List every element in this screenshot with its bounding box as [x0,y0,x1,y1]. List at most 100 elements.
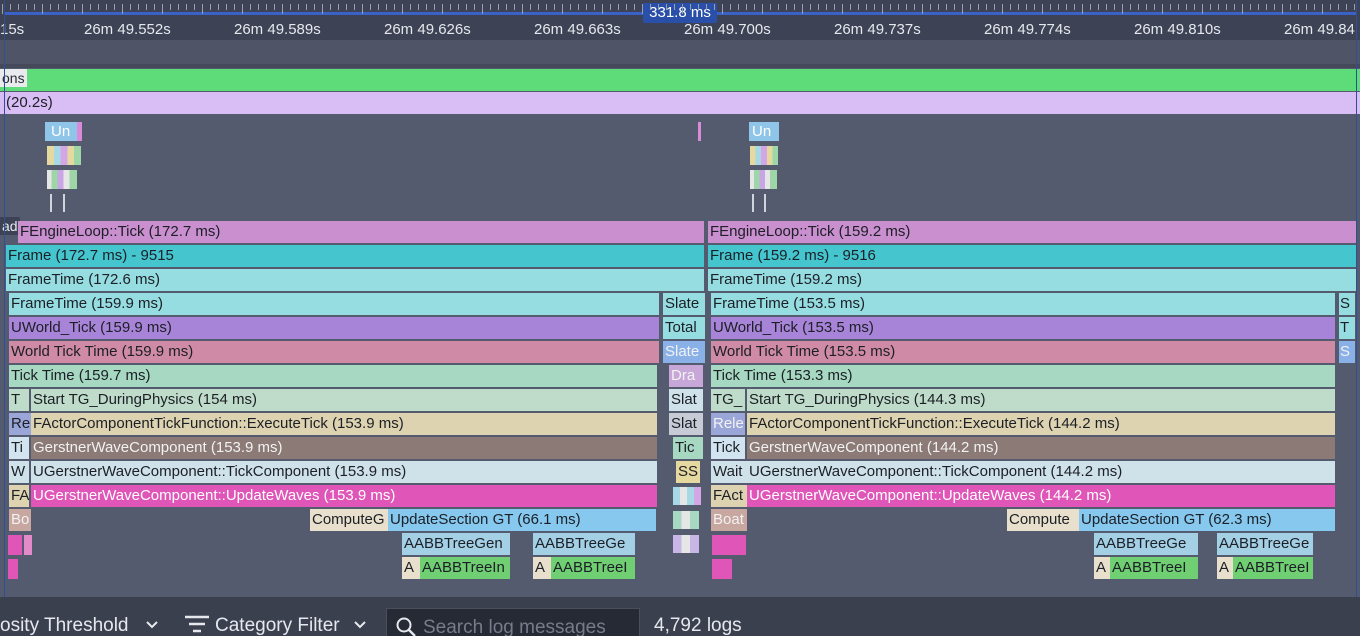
timing-event[interactable]: FrameTime (159.2 ms) [708,269,1356,291]
ruler-tick [202,4,203,14]
timing-event[interactable]: T [1339,317,1355,339]
timing-event[interactable]: Slate [663,293,705,315]
timing-event[interactable]: Rele [711,413,745,435]
ruler-tick [898,4,899,10]
timing-event[interactable]: Slate [663,341,705,363]
timing-event[interactable]: World Tick Time (159.9 ms) [9,341,659,363]
timing-event[interactable]: GerstnerWaveComponent (144.2 ms) [747,437,1335,459]
timing-event[interactable]: Tick [711,437,745,459]
timing-event[interactable]: AABBTreeGe [533,533,635,555]
timing-event[interactable]: UGerstnerWaveComponent::UpdateWaves (144… [747,485,1335,507]
timing-event[interactable]: ComputeG [310,509,388,531]
event-block[interactable] [47,170,77,189]
timing-event[interactable]: FAct [711,485,747,507]
filter-icon[interactable] [184,614,210,634]
timing-event[interactable]: Start TG_DuringPhysics (154 ms) [31,389,657,411]
timing-event[interactable] [673,487,701,505]
timing-event[interactable] [712,535,746,555]
timing-event[interactable]: S [1339,293,1355,315]
timing-event[interactable]: AABBTreeGen [402,533,510,555]
chevron-down-icon[interactable] [144,616,160,632]
timing-event[interactable]: Tick Time (159.7 ms) [9,365,657,387]
timing-event[interactable]: Boat [711,509,747,531]
timing-event[interactable]: T [9,389,29,411]
timing-event[interactable]: AABBTreeI [1110,557,1198,579]
log-search-input[interactable]: Search log messages [386,608,640,636]
timing-event[interactable]: W [9,461,29,483]
timing-event[interactable]: Total [663,317,705,339]
timing-event[interactable]: UGerstnerWaveComponent::TickComponent (1… [31,461,657,483]
timing-event[interactable]: Slat [669,413,703,435]
timing-event[interactable]: UpdateSection GT (66.1 ms) [388,509,656,531]
event-block[interactable] [750,146,778,165]
event-block[interactable] [50,194,52,212]
timing-event[interactable]: A [1094,557,1110,579]
timing-event[interactable]: FActorComponentTickFunction::ExecuteTick… [747,413,1335,435]
timing-event[interactable]: Frame (172.7 ms) - 9515 [6,245,704,267]
timing-event[interactable]: TG_ [711,389,745,411]
event-block[interactable]: Un [45,122,81,141]
timing-event[interactable]: UGerstnerWaveComponent::TickComponent (1… [747,461,1335,483]
timing-event[interactable]: Wait [711,461,747,483]
timing-event[interactable]: AABBTreeI [551,557,635,579]
timing-event[interactable]: Dra [669,365,703,387]
timing-event[interactable]: FEngineLoop::Tick (159.2 ms) [708,221,1356,243]
timing-event[interactable]: AABBTreeGe [1217,533,1313,555]
timing-event[interactable]: AABBTreeGe [1094,533,1198,555]
timing-event[interactable]: GerstnerWaveComponent (153.9 ms) [31,437,657,459]
timing-event[interactable]: UpdateSection GT (62.3 ms) [1079,509,1335,531]
timing-event[interactable] [673,535,699,553]
ruler-tick-label: 26m 49.700s [684,21,771,38]
timing-event[interactable]: UWorld_Tick (159.9 ms) [9,317,659,339]
timing-event[interactable]: FEngineLoop::Tick (172.7 ms) [18,221,704,243]
timing-event[interactable]: AABBTreeIn [420,557,510,579]
chevron-down-icon[interactable] [352,616,368,632]
timing-event[interactable] [673,511,699,529]
track-divider [0,64,1360,68]
timing-event[interactable]: AABBTreeI [1233,557,1313,579]
timing-event[interactable]: A [533,557,551,579]
timing-event[interactable]: Bo [9,509,31,531]
verbosity-threshold-dropdown[interactable]: osity Threshold [0,615,129,636]
timing-event[interactable]: UWorld_Tick (153.5 ms) [711,317,1335,339]
timing-event[interactable]: FrameTime (153.5 ms) [711,293,1335,315]
timing-event[interactable] [712,559,732,579]
event-block[interactable] [764,194,766,212]
ruler-tick [954,4,955,10]
timing-event[interactable]: A [402,557,420,579]
timing-event[interactable]: FrameTime (159.9 ms) [9,293,659,315]
event-block[interactable] [47,146,81,165]
event-block[interactable]: Un [749,122,779,141]
timing-event[interactable]: Tick Time (153.3 ms) [711,365,1335,387]
timing-event[interactable]: S [1339,341,1355,363]
timing-event[interactable]: UGerstnerWaveComponent::UpdateWaves (153… [31,485,657,507]
timing-event[interactable]: SS [676,461,700,483]
event-block[interactable] [752,194,754,212]
timing-event[interactable]: Re [9,413,31,435]
event-block[interactable] [750,170,777,189]
timing-event[interactable]: FA [9,485,29,507]
green-track[interactable]: ons [0,69,1360,91]
timing-event[interactable]: Frame (159.2 ms) - 9516 [708,245,1356,267]
ruler-tick [154,4,155,10]
timing-event[interactable]: World Tick Time (153.5 ms) [711,341,1335,363]
timing-event[interactable]: Slat [669,389,703,411]
timing-event[interactable] [8,535,22,555]
timing-event[interactable] [8,559,18,579]
ruler-tick [106,4,107,10]
timing-event[interactable]: Compute [1007,509,1079,531]
timing-event[interactable]: A [1217,557,1233,579]
timing-event[interactable]: FrameTime (172.6 ms) [6,269,704,291]
timing-event[interactable]: Tic [673,437,703,459]
timing-event[interactable] [24,535,32,555]
event-block[interactable] [63,194,65,212]
timing-event[interactable]: Ti [9,437,29,459]
activity-track[interactable]: Un Un [0,114,1360,220]
event-block[interactable] [698,122,701,141]
category-filter-dropdown[interactable]: Category Filter [215,615,340,636]
timing-event[interactable]: Start TG_DuringPhysics (144.3 ms) [747,389,1335,411]
purple-track[interactable]: (20.2s) [0,92,1360,114]
timing-event[interactable]: FActorComponentTickFunction::ExecuteTick… [31,413,657,435]
event-block[interactable] [77,122,82,141]
time-ruler[interactable]: 331.8 ms 15s 26m 49.552s 26m 49.589s 26m… [0,0,1360,40]
